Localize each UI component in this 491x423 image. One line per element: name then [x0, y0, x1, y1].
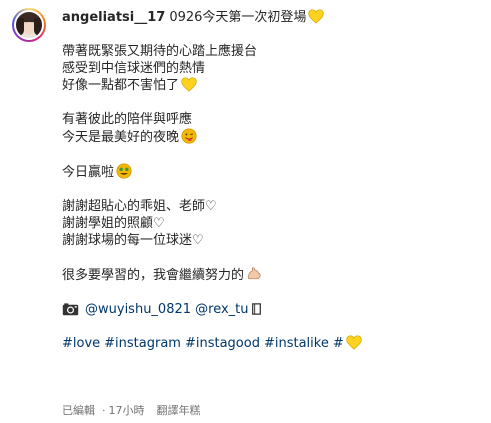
caption-line: 有著彼此的陪伴與呼應: [62, 112, 193, 127]
caption-text: 0926今天第一次初登場: [169, 10, 307, 25]
hashtag-link[interactable]: #instagood: [185, 336, 260, 351]
yellow-heart-icon: [181, 77, 197, 92]
caption-text: 今日贏啦: [62, 165, 115, 180]
hashtag-link[interactable]: #instalike: [264, 336, 329, 351]
caption-first-line: angeliatsi__17 0926今天第一次初登場: [62, 9, 482, 26]
caption-line: 好像一點都不害怕了: [62, 77, 482, 94]
meta-separator: ·: [102, 404, 106, 417]
edited-label: 已編輯: [62, 404, 95, 417]
caption-line: 謝謝學姐的照顧♡: [62, 216, 165, 231]
hashtag-link[interactable]: #: [333, 336, 344, 351]
avatar-photo: [16, 12, 42, 38]
caption-text: 今天是最美好的夜晚: [62, 130, 180, 145]
mention-link[interactable]: @wuyishu_0821: [85, 302, 191, 317]
credits-line: @wuyishu_0821 @rex_tu: [62, 301, 482, 318]
book-icon: [251, 303, 261, 315]
avatar[interactable]: [12, 8, 46, 42]
camera-icon: [62, 303, 79, 316]
caption-text: 好像一點都不害怕了: [62, 78, 180, 93]
timestamp[interactable]: 17小時: [109, 404, 145, 417]
money-mouth-face-icon: [116, 163, 132, 179]
caption-line: 感受到中信球迷們的熱情: [62, 61, 206, 76]
hashtag-link[interactable]: #love: [62, 336, 100, 351]
caption-line: 很多要學習的，我會繼續努力的: [62, 266, 482, 284]
post-meta: 已編輯 · 17小時 翻譯年糕: [62, 402, 205, 418]
hashtag-link[interactable]: #instagram: [104, 336, 181, 351]
username-link[interactable]: angeliatsi__17: [62, 10, 165, 25]
flexed-biceps-icon: [248, 267, 261, 280]
yellow-heart-icon: [308, 9, 325, 24]
caption-text: 很多要學習的，我會繼續努力的: [62, 268, 245, 283]
caption: angeliatsi__17 0926今天第一次初登場 帶著既緊張又期待的心踏上應…: [62, 9, 482, 352]
instagram-post: angeliatsi__17 0926今天第一次初登場 帶著既緊張又期待的心踏上應…: [0, 0, 491, 423]
caption-line: 今日贏啦: [62, 163, 482, 181]
caption-line: 帶著既緊張又期待的心踏上應援台: [62, 44, 258, 59]
caption-line: 謝謝超貼心的乖姐、老師♡: [62, 199, 217, 214]
avatar-ring-gap: [14, 10, 44, 40]
mention-link[interactable]: @rex_tu: [195, 302, 248, 317]
caption-line: 謝謝球場的每一位球迷♡: [62, 233, 204, 248]
tongue-face-icon: [181, 128, 197, 144]
yellow-heart-icon: [346, 335, 362, 350]
see-translation-link[interactable]: 翻譯年糕: [157, 404, 201, 417]
hashtags-line: #love #instagram #instagood #instalike #: [62, 335, 482, 352]
caption-line: 今天是最美好的夜晚: [62, 128, 482, 146]
